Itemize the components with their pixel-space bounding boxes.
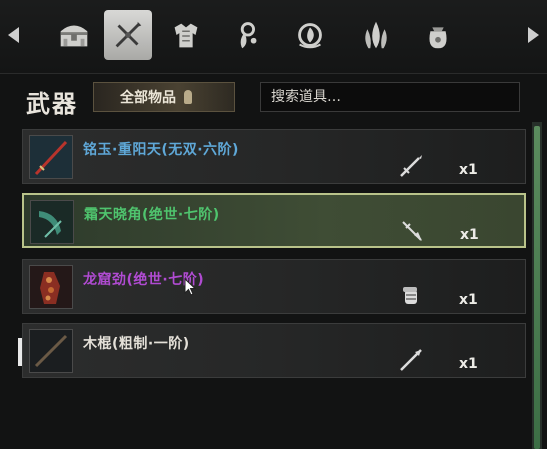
scrollbar-thumb[interactable]	[534, 126, 540, 449]
item-thumbnail	[30, 200, 74, 244]
tab-next-arrow-icon[interactable]	[528, 27, 539, 43]
item-quantity: x1	[459, 162, 478, 178]
tab-misc[interactable]	[414, 10, 462, 60]
item-quantity: x1	[460, 227, 479, 243]
item-thumbnail	[29, 135, 73, 179]
pendant-icon	[240, 22, 257, 49]
tab-armor[interactable]	[162, 10, 210, 60]
relic-icon	[298, 23, 322, 49]
item-quantity: x1	[459, 292, 478, 308]
item-name: 霜天晓角(绝世·七阶)	[84, 207, 220, 223]
item-row[interactable]: 木棍(粗制·一阶) x1	[22, 323, 526, 378]
sword-icon	[400, 155, 422, 177]
tab-relics[interactable]	[286, 10, 334, 60]
armor-icon	[174, 23, 198, 48]
filter-icon	[184, 90, 192, 104]
tab-materials[interactable]	[352, 10, 400, 60]
gauntlet-icon	[403, 287, 417, 304]
item-row[interactable]: 龙窟劲(绝世·七阶) x1	[22, 259, 526, 314]
item-thumbnail	[29, 265, 73, 309]
item-thumbnail	[29, 329, 73, 373]
item-row-selected[interactable]: 霜天晓角(绝世·七阶) x1	[22, 193, 526, 248]
category-title: 武器	[26, 89, 78, 118]
tab-prev-arrow-icon[interactable]	[8, 27, 19, 43]
spear-icon	[402, 221, 422, 241]
category-tab-bar	[0, 0, 547, 74]
filter-dropdown[interactable]: 全部物品	[93, 82, 235, 112]
wooden-staff-image	[30, 330, 72, 372]
tab-inventory[interactable]	[50, 10, 98, 60]
pouch-icon	[429, 27, 447, 49]
item-name: 铭玉·重阳天(无双·六阶)	[83, 142, 239, 158]
item-name: 木棍(粗制·一阶)	[83, 336, 190, 352]
filter-label: 全部物品	[120, 90, 176, 106]
chest-icon	[60, 25, 88, 47]
search-input[interactable]	[260, 82, 520, 112]
item-row[interactable]: 铭玉·重阳天(无双·六阶) x1	[22, 129, 526, 184]
item-quantity: x1	[459, 356, 478, 372]
green-glaive-image	[31, 201, 73, 243]
herb-icon	[365, 21, 387, 49]
staff-icon	[400, 349, 422, 371]
mouse-cursor-icon	[184, 278, 196, 296]
red-sword-image	[30, 136, 72, 178]
tab-accessories[interactable]	[222, 10, 270, 60]
tab-weapons[interactable]	[104, 10, 152, 60]
red-gauntlet-image	[30, 266, 72, 308]
crossed-weapons-icon	[115, 21, 142, 48]
